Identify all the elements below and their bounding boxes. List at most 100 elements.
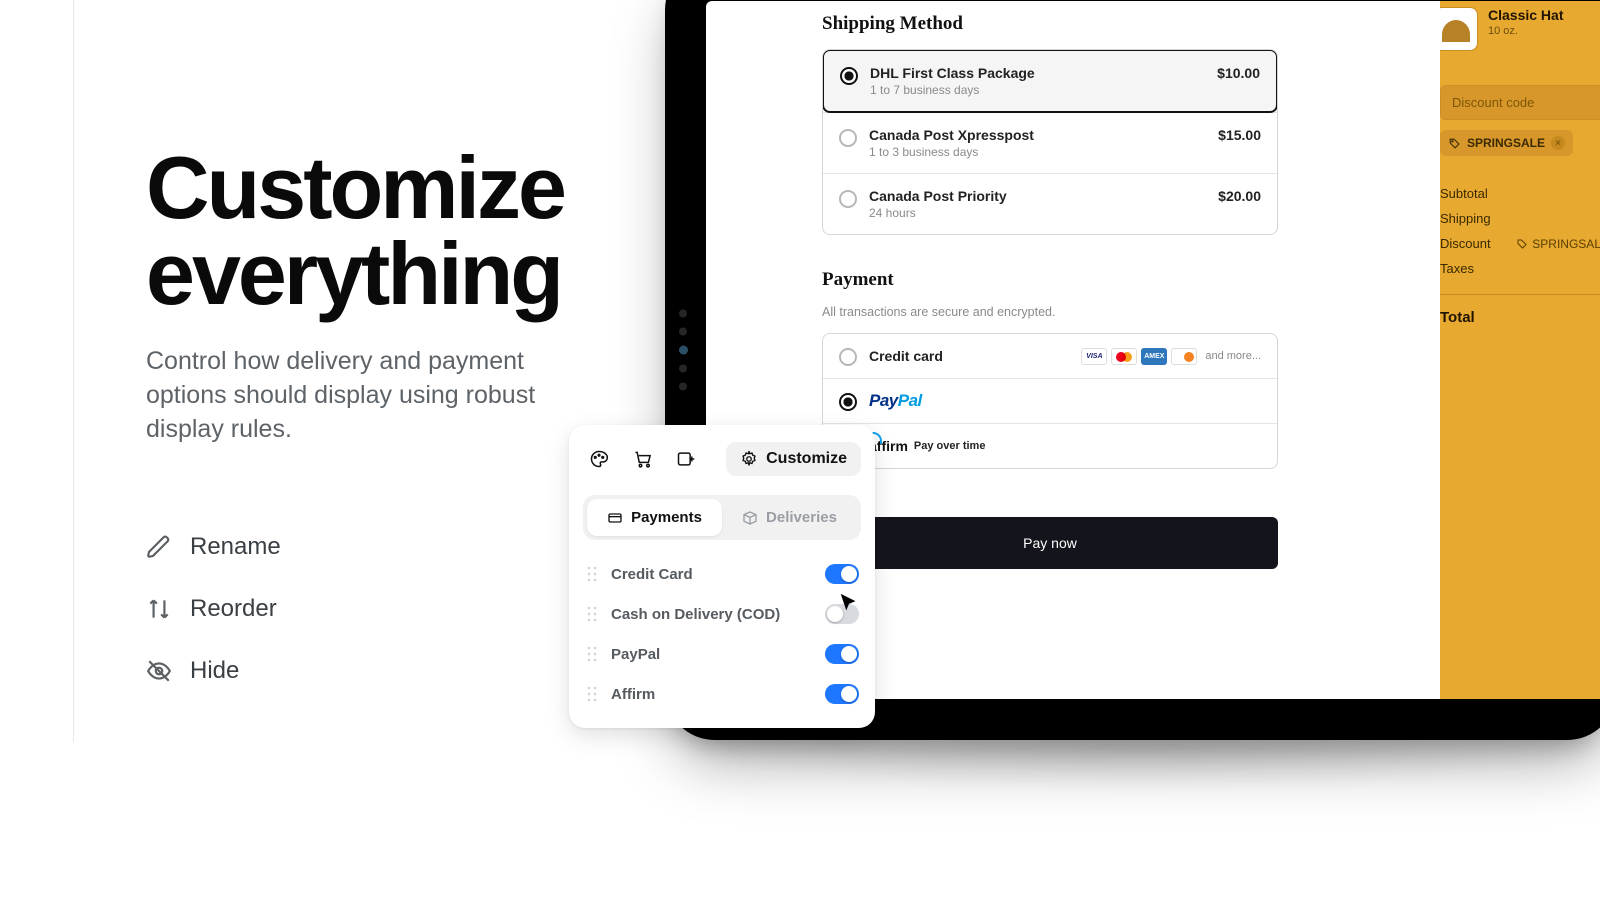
layout-button[interactable] xyxy=(670,439,702,479)
reorder-icon xyxy=(146,596,172,622)
shipping-desc: 24 hours xyxy=(869,206,1206,220)
discount-label: Discount xyxy=(1440,236,1491,251)
product-size: 10 oz. xyxy=(1488,25,1563,37)
method-toggle[interactable] xyxy=(825,684,859,704)
cart-button[interactable] xyxy=(627,439,659,479)
method-row-credit[interactable]: Credit Card xyxy=(583,554,861,594)
discount-code: SPRINGSALE xyxy=(1467,136,1545,150)
card-icon xyxy=(607,510,623,526)
feature-rename: Rename xyxy=(146,533,281,561)
settings-icon xyxy=(740,450,758,468)
payment-list: Credit card VISA AMEX and more... PayPal xyxy=(822,333,1278,469)
grip-icon xyxy=(585,646,599,662)
method-row-affirm[interactable]: Affirm xyxy=(583,674,861,714)
radio-icon xyxy=(839,190,857,208)
affirm-logo: affirm Pay over time xyxy=(869,438,985,454)
panel-toolbar: Customize xyxy=(583,439,861,479)
shipping-price: $15.00 xyxy=(1218,127,1261,143)
method-toggle[interactable] xyxy=(825,644,859,664)
discount-chip[interactable]: SPRINGSALE × xyxy=(1440,130,1573,156)
grip-icon xyxy=(585,686,599,702)
visa-icon: VISA xyxy=(1081,348,1107,365)
payment-methods-list: Credit Card Cash on Delivery (COD) PayPa… xyxy=(583,554,861,714)
payment-label: Credit card xyxy=(869,348,1069,364)
tablet-camera-dots xyxy=(679,310,688,391)
radio-icon xyxy=(839,348,857,366)
feature-hide-label: Hide xyxy=(190,657,239,685)
cursor-icon xyxy=(838,592,860,614)
layout-add-icon xyxy=(676,449,696,469)
shipping-price: $20.00 xyxy=(1218,188,1261,204)
shipping-desc: 1 to 3 business days xyxy=(869,145,1206,159)
order-summary: Classic Hat 10 oz. Discount code SPRINGS… xyxy=(1440,1,1600,699)
hero-subtitle: Control how delivery and payment options… xyxy=(146,345,566,446)
method-label: Cash on Delivery (COD) xyxy=(611,606,813,623)
method-label: PayPal xyxy=(611,646,813,663)
payment-note: All transactions are secure and encrypte… xyxy=(822,305,1278,319)
method-label: Affirm xyxy=(611,686,813,703)
shipping-name: Canada Post Priority xyxy=(869,188,1206,204)
tag-icon xyxy=(1448,137,1461,150)
feature-hide: Hide xyxy=(146,657,281,685)
method-label: Credit Card xyxy=(611,566,813,583)
customize-button[interactable]: Customize xyxy=(726,442,861,476)
radio-icon xyxy=(840,67,858,85)
customize-panel: Customize Payments Deliveries Credit Car… xyxy=(569,425,875,728)
grip-icon xyxy=(585,566,599,582)
eye-off-icon xyxy=(146,658,172,684)
feature-list: Rename Reorder Hide xyxy=(146,533,281,685)
shipping-title: Shipping Method xyxy=(822,13,1278,35)
paypal-logo: PayPal xyxy=(869,391,922,411)
product-thumb xyxy=(1440,7,1478,51)
method-toggle[interactable] xyxy=(825,564,859,584)
pay-now-button[interactable]: Pay now xyxy=(822,517,1278,569)
pencil-icon xyxy=(146,534,172,560)
discover-icon xyxy=(1171,348,1197,365)
theme-button[interactable] xyxy=(583,439,615,479)
shipping-option-xpresspost[interactable]: Canada Post Xpresspost 1 to 3 business d… xyxy=(823,112,1277,173)
feature-rename-label: Rename xyxy=(190,533,281,561)
palette-icon xyxy=(589,449,609,469)
checkout-pane: Shipping Method DHL First Class Package … xyxy=(822,1,1278,569)
payment-option-credit[interactable]: Credit card VISA AMEX and more... xyxy=(823,334,1277,378)
card-icons: VISA AMEX and more... xyxy=(1081,348,1261,365)
remove-discount-icon[interactable]: × xyxy=(1551,136,1565,150)
shipping-option-dhl[interactable]: DHL First Class Package 1 to 7 business … xyxy=(822,49,1278,113)
shipping-name: Canada Post Xpresspost xyxy=(869,127,1206,143)
tab-payments[interactable]: Payments xyxy=(587,499,722,536)
payment-title: Payment xyxy=(822,269,1278,291)
totals: Subtotal Shipping Discount SPRINGSALE Ta… xyxy=(1440,186,1600,326)
payment-option-affirm[interactable]: affirm Pay over time xyxy=(823,423,1277,468)
product-row: Classic Hat 10 oz. xyxy=(1440,7,1600,51)
hero-title-line1: Customize xyxy=(146,138,564,237)
tablet-shadow xyxy=(665,740,1600,790)
shipping-desc: 1 to 7 business days xyxy=(870,83,1205,97)
amex-icon: AMEX xyxy=(1141,348,1167,365)
tab-switch: Payments Deliveries xyxy=(583,495,861,540)
box-icon xyxy=(742,510,758,526)
shipping-option-priority[interactable]: Canada Post Priority 24 hours $20.00 xyxy=(823,173,1277,234)
radio-icon xyxy=(839,129,857,147)
method-row-cod[interactable]: Cash on Delivery (COD) xyxy=(583,594,861,634)
tab-deliveries-label: Deliveries xyxy=(766,509,837,526)
cart-icon xyxy=(633,449,653,469)
feature-reorder: Reorder xyxy=(146,595,281,623)
taxes-label: Taxes xyxy=(1440,261,1474,276)
discount-tag: SPRINGSALE xyxy=(1516,236,1600,251)
grip-icon xyxy=(585,606,599,622)
and-more-label: and more... xyxy=(1205,350,1261,362)
shipping-name: DHL First Class Package xyxy=(870,65,1205,81)
shipping-label: Shipping xyxy=(1440,211,1491,226)
hero-title-line2: everything xyxy=(146,224,561,323)
discount-input[interactable]: Discount code xyxy=(1440,85,1600,120)
mastercard-icon xyxy=(1111,348,1137,365)
hero-title: Customize everything xyxy=(146,145,564,317)
feature-reorder-label: Reorder xyxy=(190,595,277,623)
shipping-list: DHL First Class Package 1 to 7 business … xyxy=(822,49,1278,235)
method-row-paypal[interactable]: PayPal xyxy=(583,634,861,674)
shipping-price: $10.00 xyxy=(1217,65,1260,81)
tag-icon xyxy=(1516,238,1528,250)
payment-option-paypal[interactable]: PayPal xyxy=(823,378,1277,423)
customize-label: Customize xyxy=(766,450,847,468)
tab-deliveries[interactable]: Deliveries xyxy=(722,499,857,536)
